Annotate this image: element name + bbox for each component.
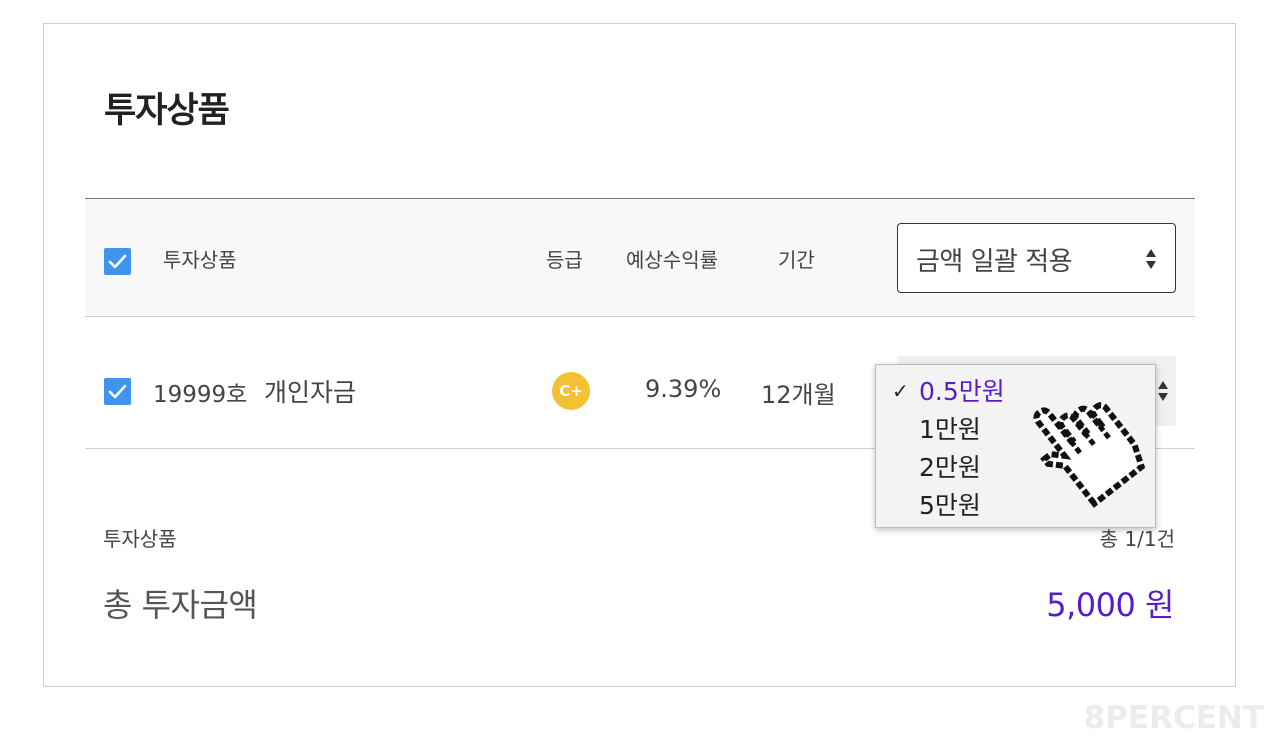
grade-badge: C+	[552, 372, 590, 410]
check-icon	[108, 384, 127, 399]
select-all-checkbox[interactable]	[104, 248, 131, 275]
header-expected-return: 예상수익률	[626, 248, 718, 272]
header-grade: 등급	[546, 248, 583, 272]
selected-check-icon: ✓	[892, 379, 909, 403]
expected-return-value: 9.39%	[645, 375, 722, 403]
bulk-amount-select-label: 금액 일괄 적용	[916, 247, 1073, 277]
row-checkbox[interactable]	[104, 378, 131, 405]
footer-count: 총 1/1건	[1099, 527, 1175, 551]
total-amount-value: 5,000 원	[1046, 586, 1174, 624]
period-value: 12개월	[761, 381, 836, 409]
dropdown-option[interactable]: 5만원	[919, 486, 981, 522]
dropdown-option[interactable]: 1만원	[919, 410, 981, 446]
page-title: 투자상품	[104, 91, 230, 131]
dropdown-option-selected[interactable]: 0.5만원	[919, 372, 1005, 408]
hand-pointer-icon	[1033, 402, 1146, 508]
dropdown-option[interactable]: 2만원	[919, 448, 981, 484]
header-product: 투자상품	[163, 248, 237, 272]
total-amount-label: 총 투자금액	[103, 586, 258, 624]
bulk-amount-select[interactable]: 금액 일괄 적용	[897, 223, 1176, 293]
brand-watermark: 8PERCENT	[1083, 700, 1264, 736]
select-arrows-icon	[1146, 249, 1156, 269]
check-icon	[108, 254, 127, 269]
footer-product-label: 투자상품	[103, 527, 177, 551]
header-period: 기간	[778, 248, 815, 272]
product-number: 19999호	[153, 382, 248, 408]
product-name[interactable]: 개인자금	[264, 373, 356, 409]
